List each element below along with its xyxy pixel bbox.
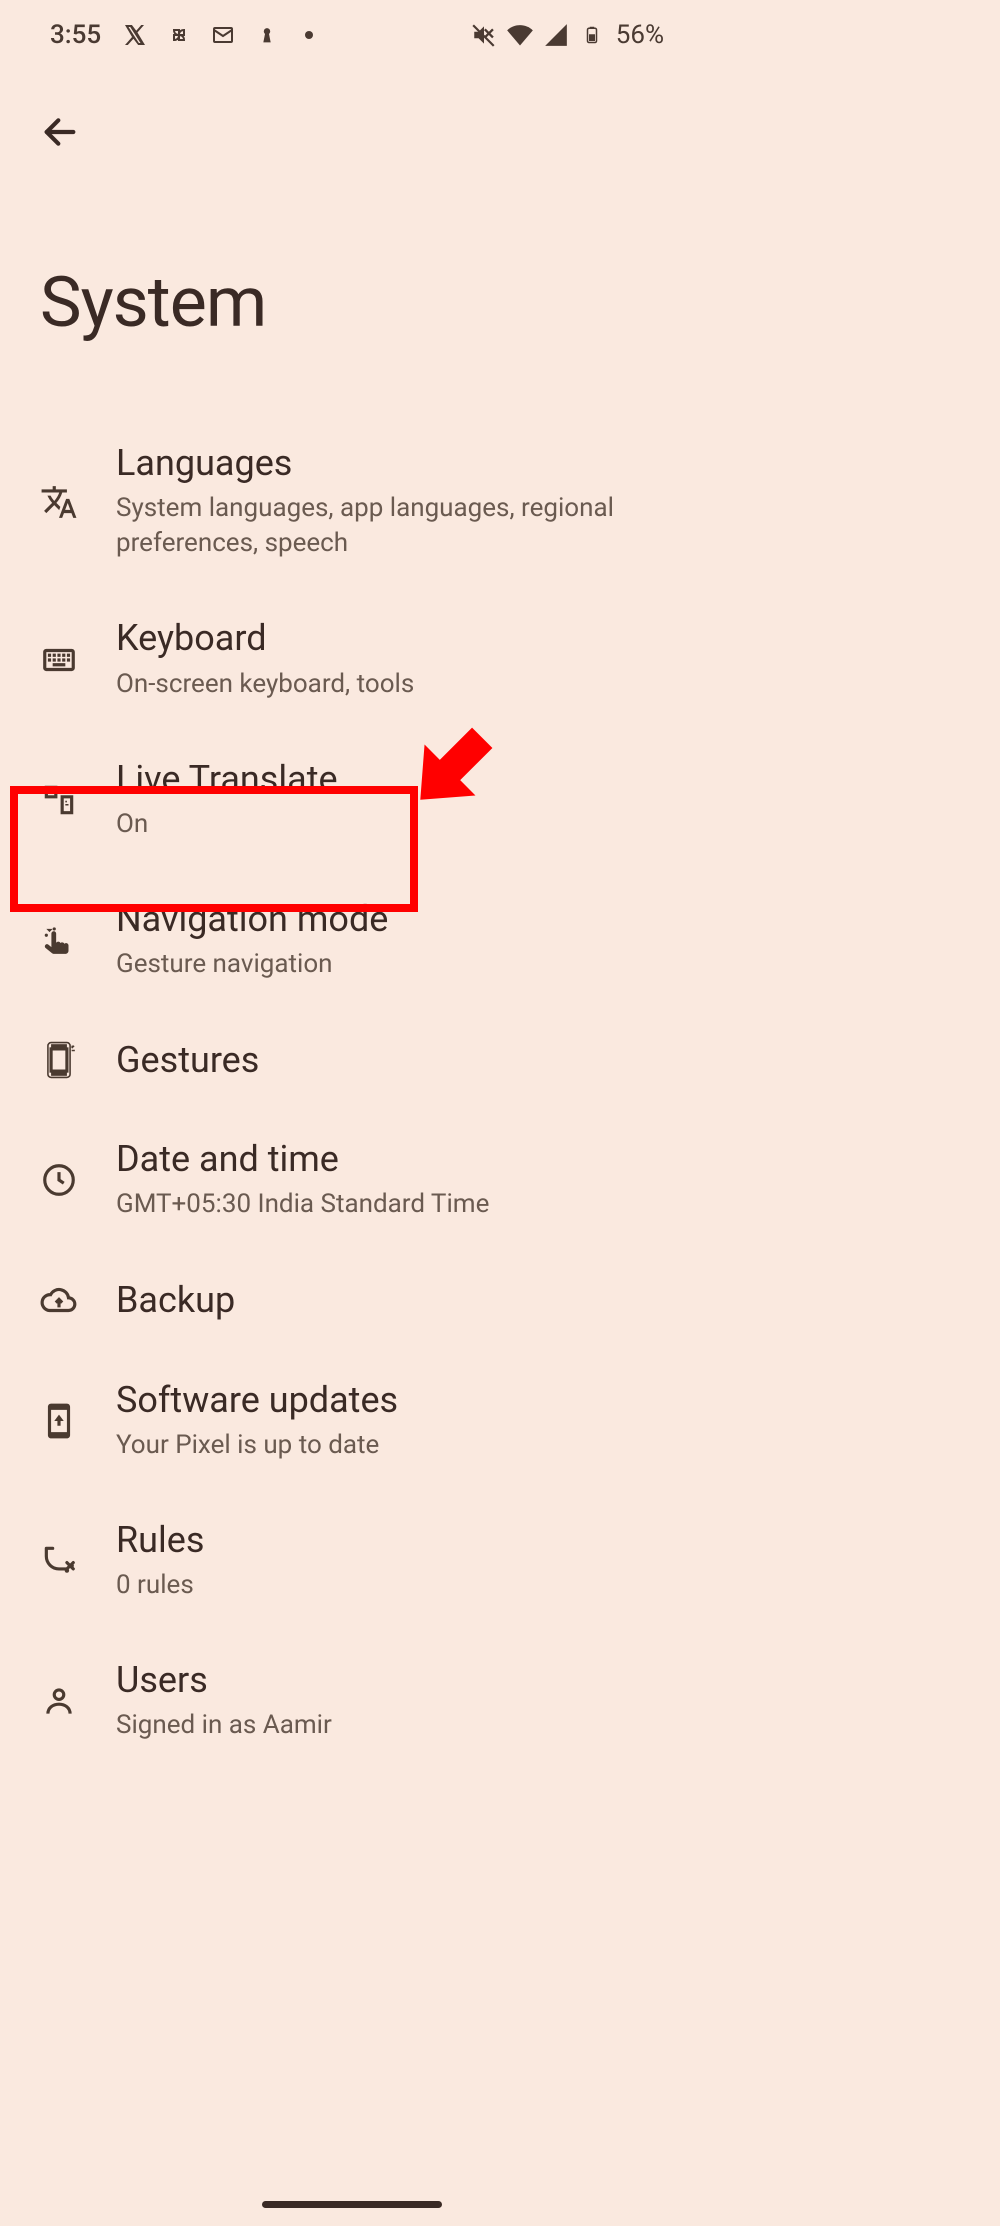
mute-icon [470, 21, 498, 49]
settings-item-backup[interactable]: Backup [0, 1251, 704, 1351]
settings-item-gestures[interactable]: Gestures [0, 1010, 704, 1110]
arrow-left-icon [40, 112, 80, 152]
settings-item-software-updates[interactable]: Software updates Your Pixel is up to dat… [0, 1351, 704, 1491]
item-subtitle: Your Pixel is up to date [116, 1428, 644, 1463]
status-time: 3:55 [50, 20, 101, 50]
gesture-nav-bar[interactable] [262, 2201, 442, 2208]
keyboard-icon [40, 641, 116, 679]
item-title: Live Translate [116, 758, 644, 801]
settings-item-users[interactable]: Users Signed in as Aamir [0, 1631, 704, 1771]
cloud-upload-icon [40, 1282, 116, 1320]
battery-percent: 56% [616, 20, 664, 50]
app-bar [0, 70, 704, 162]
item-subtitle: Gesture navigation [116, 947, 644, 982]
battery-icon [578, 21, 606, 49]
phone-gesture-icon [40, 1041, 116, 1079]
notification-dot-icon [305, 31, 313, 39]
live-translate-icon [40, 781, 116, 819]
page-title: System [0, 162, 704, 414]
settings-item-date-time[interactable]: Date and time GMT+05:30 India Standard T… [0, 1110, 704, 1250]
person-icon [40, 1682, 116, 1720]
rules-icon [40, 1542, 116, 1580]
item-subtitle: Signed in as Aamir [116, 1708, 644, 1743]
x-icon [121, 21, 149, 49]
gmail-icon [209, 21, 237, 49]
settings-item-navigation-mode[interactable]: Navigation mode Gesture navigation [0, 870, 704, 1010]
settings-item-live-translate[interactable]: Live Translate On [0, 730, 704, 870]
clock-icon [40, 1161, 116, 1199]
swipe-icon [40, 921, 116, 959]
settings-item-languages[interactable]: Languages System languages, app language… [0, 414, 704, 589]
back-button[interactable] [30, 102, 90, 162]
status-bar-right: 56% [470, 20, 664, 50]
item-subtitle: System languages, app languages, regiona… [116, 491, 644, 561]
phone-screen: 3:55 [0, 0, 704, 2226]
pinwheel-icon [165, 21, 193, 49]
translate-icon [40, 483, 116, 521]
item-title: Navigation mode [116, 898, 644, 941]
item-title: Keyboard [116, 617, 644, 660]
keyhole-icon [253, 21, 281, 49]
wifi-icon [506, 21, 534, 49]
status-bar: 3:55 [0, 0, 704, 70]
settings-item-keyboard[interactable]: Keyboard On-screen keyboard, tools [0, 589, 704, 729]
item-title: Users [116, 1659, 644, 1702]
item-title: Languages [116, 442, 644, 485]
settings-list: Languages System languages, app language… [0, 414, 704, 1771]
item-subtitle: On [116, 807, 644, 842]
item-title: Gestures [116, 1039, 644, 1082]
item-subtitle: GMT+05:30 India Standard Time [116, 1187, 644, 1222]
system-update-icon [40, 1402, 116, 1440]
settings-item-rules[interactable]: Rules 0 rules [0, 1491, 704, 1631]
item-title: Backup [116, 1279, 644, 1322]
item-title: Rules [116, 1519, 644, 1562]
cellular-icon [542, 21, 570, 49]
status-bar-left: 3:55 [50, 20, 313, 50]
item-subtitle: On-screen keyboard, tools [116, 667, 644, 702]
item-subtitle: 0 rules [116, 1568, 644, 1603]
item-title: Software updates [116, 1379, 644, 1422]
item-title: Date and time [116, 1138, 644, 1181]
